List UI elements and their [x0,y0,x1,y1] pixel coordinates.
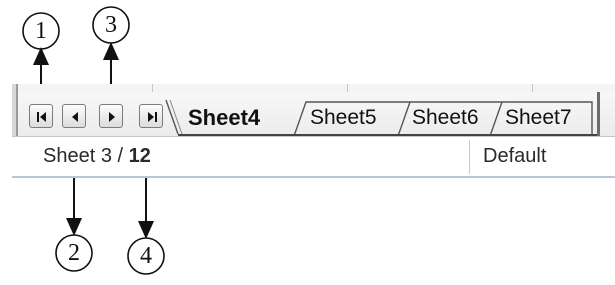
sheet-tab-sheet6[interactable]: Sheet6 [412,105,479,131]
status-separator [469,140,470,174]
sheet-total-count: 12 [128,145,151,167]
tab-bar-right-edge [597,92,600,136]
sheet-position-indicator[interactable]: Sheet 3 / 12 [43,145,151,168]
sheet-tab-sheet5[interactable]: Sheet5 [310,105,377,131]
sheet-tab-sheet7[interactable]: Sheet7 [505,105,572,131]
sheet-tab-sheet4[interactable]: Sheet4 [188,105,260,131]
page-style-indicator[interactable]: Default [483,145,546,168]
status-bar-bottom-edge [12,176,615,178]
sheet-position-prefix: Sheet 3 / [43,145,129,167]
